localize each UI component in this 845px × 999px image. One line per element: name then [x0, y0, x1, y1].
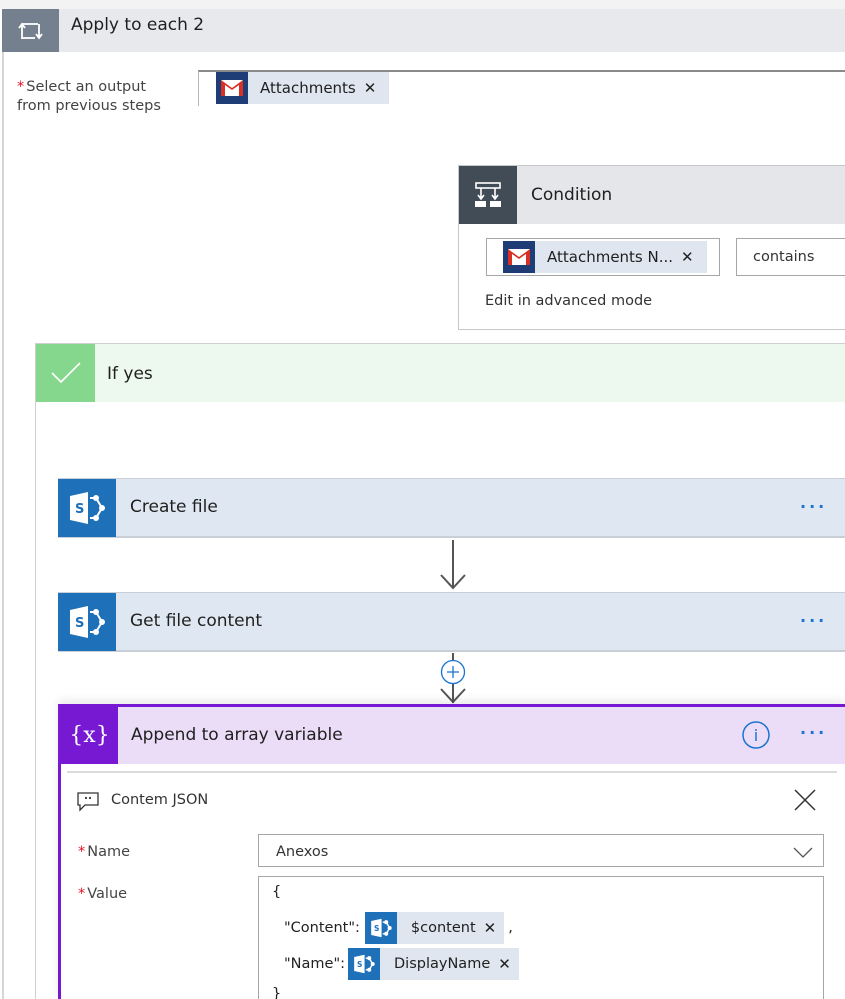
remove-token-button[interactable]: ✕ — [484, 919, 505, 937]
if-yes-title: If yes — [107, 364, 153, 384]
comment-text: Contem JSON — [111, 792, 209, 808]
json-close-brace: } — [272, 986, 282, 999]
gmail-icon — [503, 241, 535, 273]
select-output-field[interactable]: Attachments ✕ — [198, 70, 845, 106]
create-file-menu-button[interactable]: ··· — [800, 497, 827, 516]
svg-text:i: i — [754, 726, 758, 745]
loop-body-border — [2, 52, 4, 999]
sharepoint-icon: S — [58, 593, 116, 651]
attachments-token[interactable]: Attachments ✕ — [216, 72, 390, 104]
condition-icon — [459, 166, 517, 224]
sharepoint-icon: S — [348, 948, 381, 980]
sharepoint-icon: S — [364, 912, 397, 944]
svg-text:S: S — [357, 960, 362, 969]
divider — [67, 771, 837, 773]
name-line: "Name": S DisplayName ✕ — [284, 948, 519, 980]
append-to-array-title: Append to array variable — [131, 725, 343, 745]
content-token[interactable]: S $content ✕ — [364, 912, 505, 944]
comment-icon — [77, 792, 99, 812]
displayname-token[interactable]: S DisplayName ✕ — [348, 948, 519, 980]
get-file-content-menu-button[interactable]: ··· — [800, 611, 827, 630]
select-output-label: * Select an output from previous steps — [17, 79, 161, 114]
add-step-button[interactable] — [440, 659, 466, 685]
condition-title: Condition — [531, 185, 613, 205]
close-comment-button[interactable] — [793, 788, 817, 812]
remove-token-button[interactable]: ✕ — [364, 79, 390, 97]
gmail-icon — [216, 72, 248, 104]
if-yes-header[interactable] — [36, 344, 845, 402]
svg-text:S: S — [75, 616, 84, 631]
remove-token-button[interactable]: ✕ — [498, 955, 519, 973]
create-file-title: Create file — [130, 497, 218, 517]
svg-text:S: S — [75, 502, 84, 517]
info-icon[interactable]: i — [741, 720, 771, 750]
condition-left-operand[interactable]: Attachments N... ✕ — [486, 238, 720, 276]
svg-text:S: S — [374, 924, 379, 933]
content-line: "Content": S $content ✕ , — [284, 912, 513, 944]
arrow-down-icon — [440, 574, 466, 590]
json-open-brace: { — [272, 884, 282, 900]
name-label: * Name — [78, 844, 131, 860]
loop-icon — [2, 9, 59, 52]
arrow-down-icon — [440, 688, 466, 704]
get-file-content-title: Get file content — [130, 611, 263, 631]
sharepoint-icon: S — [58, 479, 116, 537]
canvas-top — [0, 0, 845, 9]
check-icon — [36, 344, 95, 402]
chevron-down-icon — [793, 847, 813, 858]
edit-advanced-mode-link[interactable]: Edit in advanced mode — [485, 293, 652, 309]
apply-to-each-title: Apply to each 2 — [71, 15, 205, 35]
append-menu-button[interactable]: ··· — [800, 723, 827, 742]
remove-token-button[interactable]: ✕ — [681, 248, 707, 266]
condition-operator-select[interactable]: contains — [736, 238, 845, 276]
variable-icon: {x} — [61, 707, 118, 764]
required-marker: * — [17, 79, 25, 95]
value-label: * Value — [78, 886, 128, 902]
variable-name-select[interactable]: Anexos — [258, 834, 824, 867]
attachments-name-token[interactable]: Attachments N... ✕ — [503, 241, 707, 273]
